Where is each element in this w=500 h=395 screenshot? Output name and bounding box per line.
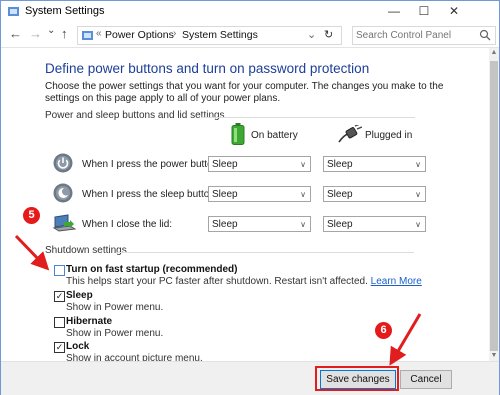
chevron-down-icon: ∨	[415, 190, 421, 199]
hibernate-description: Show in Power menu.	[66, 328, 164, 339]
chevron-down-icon: ∨	[415, 160, 421, 169]
address-prefix: «	[96, 28, 102, 39]
step-6-marker: 6	[375, 322, 392, 339]
page-title: Define power buttons and turn on passwor…	[45, 61, 370, 76]
chevron-down-icon: ∨	[300, 160, 306, 169]
plug-icon	[338, 125, 362, 143]
up-arrow-icon[interactable]: ↑	[61, 26, 68, 41]
recent-locations-icon[interactable]: ⌄	[47, 25, 55, 36]
sleep-button-plugged-in-select[interactable]: Sleep ∨	[323, 186, 426, 202]
maximize-button[interactable]: ☐	[409, 1, 439, 22]
breadcrumb-system-settings[interactable]: System Settings	[182, 29, 258, 41]
chevron-down-icon: ∨	[300, 190, 306, 199]
page-description: Choose the power settings that you want …	[45, 81, 444, 104]
breadcrumb-separator-icon: ›	[173, 28, 177, 39]
step-5-marker: 5	[23, 207, 40, 224]
sleep-description: Show in Power menu.	[66, 302, 164, 313]
power-button-plugged-in-select[interactable]: Sleep ∨	[323, 156, 426, 172]
section-divider	[201, 117, 415, 118]
moon-icon	[53, 183, 73, 203]
save-highlight-box	[315, 366, 399, 391]
hibernate-title: Hibernate	[66, 316, 113, 327]
back-arrow-icon[interactable]: ←	[9, 26, 22, 41]
control-panel-icon	[82, 31, 93, 40]
breadcrumb-power-options[interactable]: Power Options	[105, 29, 174, 41]
power-button-on-battery-select[interactable]: Sleep ∨	[208, 156, 311, 172]
close-lid-plugged-in-select[interactable]: Sleep ∨	[323, 216, 426, 232]
power-button-icon	[53, 153, 73, 173]
fast-startup-title: Turn on fast startup (recommended)	[66, 264, 238, 275]
lock-title: Lock	[66, 341, 90, 352]
select-value: Sleep	[327, 159, 353, 170]
select-value: Sleep	[212, 189, 238, 200]
close-lid-on-battery-select[interactable]: Sleep ∨	[208, 216, 311, 232]
laptop-lid-icon	[52, 214, 76, 232]
forward-arrow-icon[interactable]: →	[29, 26, 42, 41]
cancel-button[interactable]: Cancel	[400, 370, 452, 389]
title-bar: System Settings — ☐ ✕	[1, 1, 499, 22]
lock-checkbox[interactable]: ✓	[54, 342, 65, 353]
navigation-bar: ← → ⌄ ↑ « Power Options › System Setting…	[1, 23, 499, 48]
vertical-scrollbar[interactable]: ▲ ▼	[489, 48, 499, 361]
minimize-button[interactable]: —	[379, 1, 409, 22]
chevron-down-icon: ∨	[300, 220, 306, 229]
shutdown-section-label: Shutdown settings	[45, 245, 127, 256]
fast-startup-description: This helps start your PC faster after sh…	[66, 276, 422, 287]
fast-startup-checkbox[interactable]	[54, 265, 65, 276]
refresh-icon[interactable]: ↻	[324, 28, 333, 41]
select-value: Sleep	[327, 189, 353, 200]
footer-bar: Save changes Cancel	[1, 361, 499, 395]
learn-more-link[interactable]: Learn More	[371, 276, 422, 287]
chevron-down-icon: ∨	[415, 220, 421, 229]
address-dropdown-icon[interactable]: ⌄	[307, 28, 316, 41]
settings-content: Define power buttons and turn on passwor…	[1, 48, 489, 364]
sleep-button-label: When I press the sleep button:	[82, 189, 218, 200]
address-bar[interactable]: « Power Options › System Settings ⌄ ↻	[77, 26, 342, 45]
window-title: System Settings	[25, 5, 105, 17]
control-panel-icon	[8, 7, 19, 16]
power-button-label: When I press the power button:	[82, 159, 221, 170]
hibernate-checkbox[interactable]	[54, 317, 65, 328]
sleep-checkbox[interactable]: ✓	[54, 291, 65, 302]
search-input[interactable]	[356, 28, 474, 42]
system-settings-window: System Settings — ☐ ✕ ← → ⌄ ↑ « Power Op…	[0, 0, 500, 395]
sleep-title: Sleep	[66, 290, 93, 301]
buttons-section-label: Power and sleep buttons and lid settings	[45, 110, 225, 121]
battery-icon	[231, 123, 245, 145]
select-value: Sleep	[212, 219, 238, 230]
plugged-in-header: Plugged in	[365, 130, 413, 141]
select-value: Sleep	[212, 159, 238, 170]
close-lid-label: When I close the lid:	[82, 219, 173, 230]
fast-startup-text: This helps start your PC faster after sh…	[66, 276, 368, 287]
scrollbar-thumb[interactable]	[490, 61, 498, 351]
close-button[interactable]: ✕	[439, 1, 469, 22]
search-icon[interactable]	[479, 29, 491, 41]
select-value: Sleep	[327, 219, 353, 230]
sleep-button-on-battery-select[interactable]: Sleep ∨	[208, 186, 311, 202]
scroll-up-icon[interactable]: ▲	[489, 48, 499, 58]
section-divider	[116, 252, 414, 253]
search-box[interactable]	[352, 26, 496, 45]
scroll-down-icon[interactable]: ▼	[489, 351, 499, 361]
on-battery-header: On battery	[251, 130, 298, 141]
